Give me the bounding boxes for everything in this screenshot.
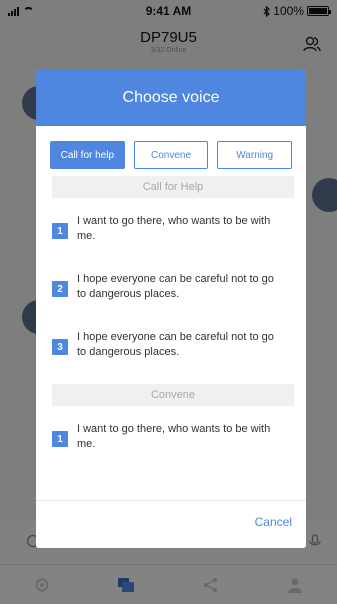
item-text: I hope everyone can be careful not to go… — [77, 273, 274, 300]
voice-item[interactable]: 2 I hope everyone can be careful not to … — [52, 272, 294, 302]
item-number-badge: 1 — [52, 223, 68, 239]
voice-category-tabs: Call for help Convene Warning — [36, 126, 306, 169]
section-header-call-for-help: Call for Help — [52, 176, 294, 198]
item-text: I hope everyone can be careful not to go… — [77, 331, 274, 358]
voice-item[interactable]: 1 I want to go there, who wants to be wi… — [52, 422, 294, 452]
tab-call-for-help[interactable]: Call for help — [50, 141, 125, 169]
item-number-badge: 2 — [52, 281, 68, 297]
section-header-convene: Convene — [52, 384, 294, 406]
tab-convene[interactable]: Convene — [133, 141, 209, 169]
tab-warning[interactable]: Warning — [217, 141, 293, 169]
voice-list: Call for Help 1 I want to go there, who … — [36, 169, 306, 495]
item-number-badge: 3 — [52, 339, 68, 355]
item-text: I want to go there, who wants to be with… — [77, 215, 271, 242]
item-number-badge: 1 — [52, 431, 68, 447]
dialog-title: Choose voice — [36, 70, 306, 126]
item-text: I want to go there, who wants to be with… — [77, 423, 271, 450]
dialog-footer: Cancel — [36, 500, 306, 548]
voice-item[interactable]: 3 I hope everyone can be careful not to … — [52, 330, 294, 360]
voice-item[interactable]: 1 I want to go there, who wants to be wi… — [52, 214, 294, 244]
choose-voice-dialog: Choose voice Call for help Convene Warni… — [36, 70, 306, 548]
app-screen: 9:41 AM 100% DP79U5 3/32 Online Choose v… — [0, 0, 337, 604]
cancel-button[interactable]: Cancel — [255, 515, 292, 529]
